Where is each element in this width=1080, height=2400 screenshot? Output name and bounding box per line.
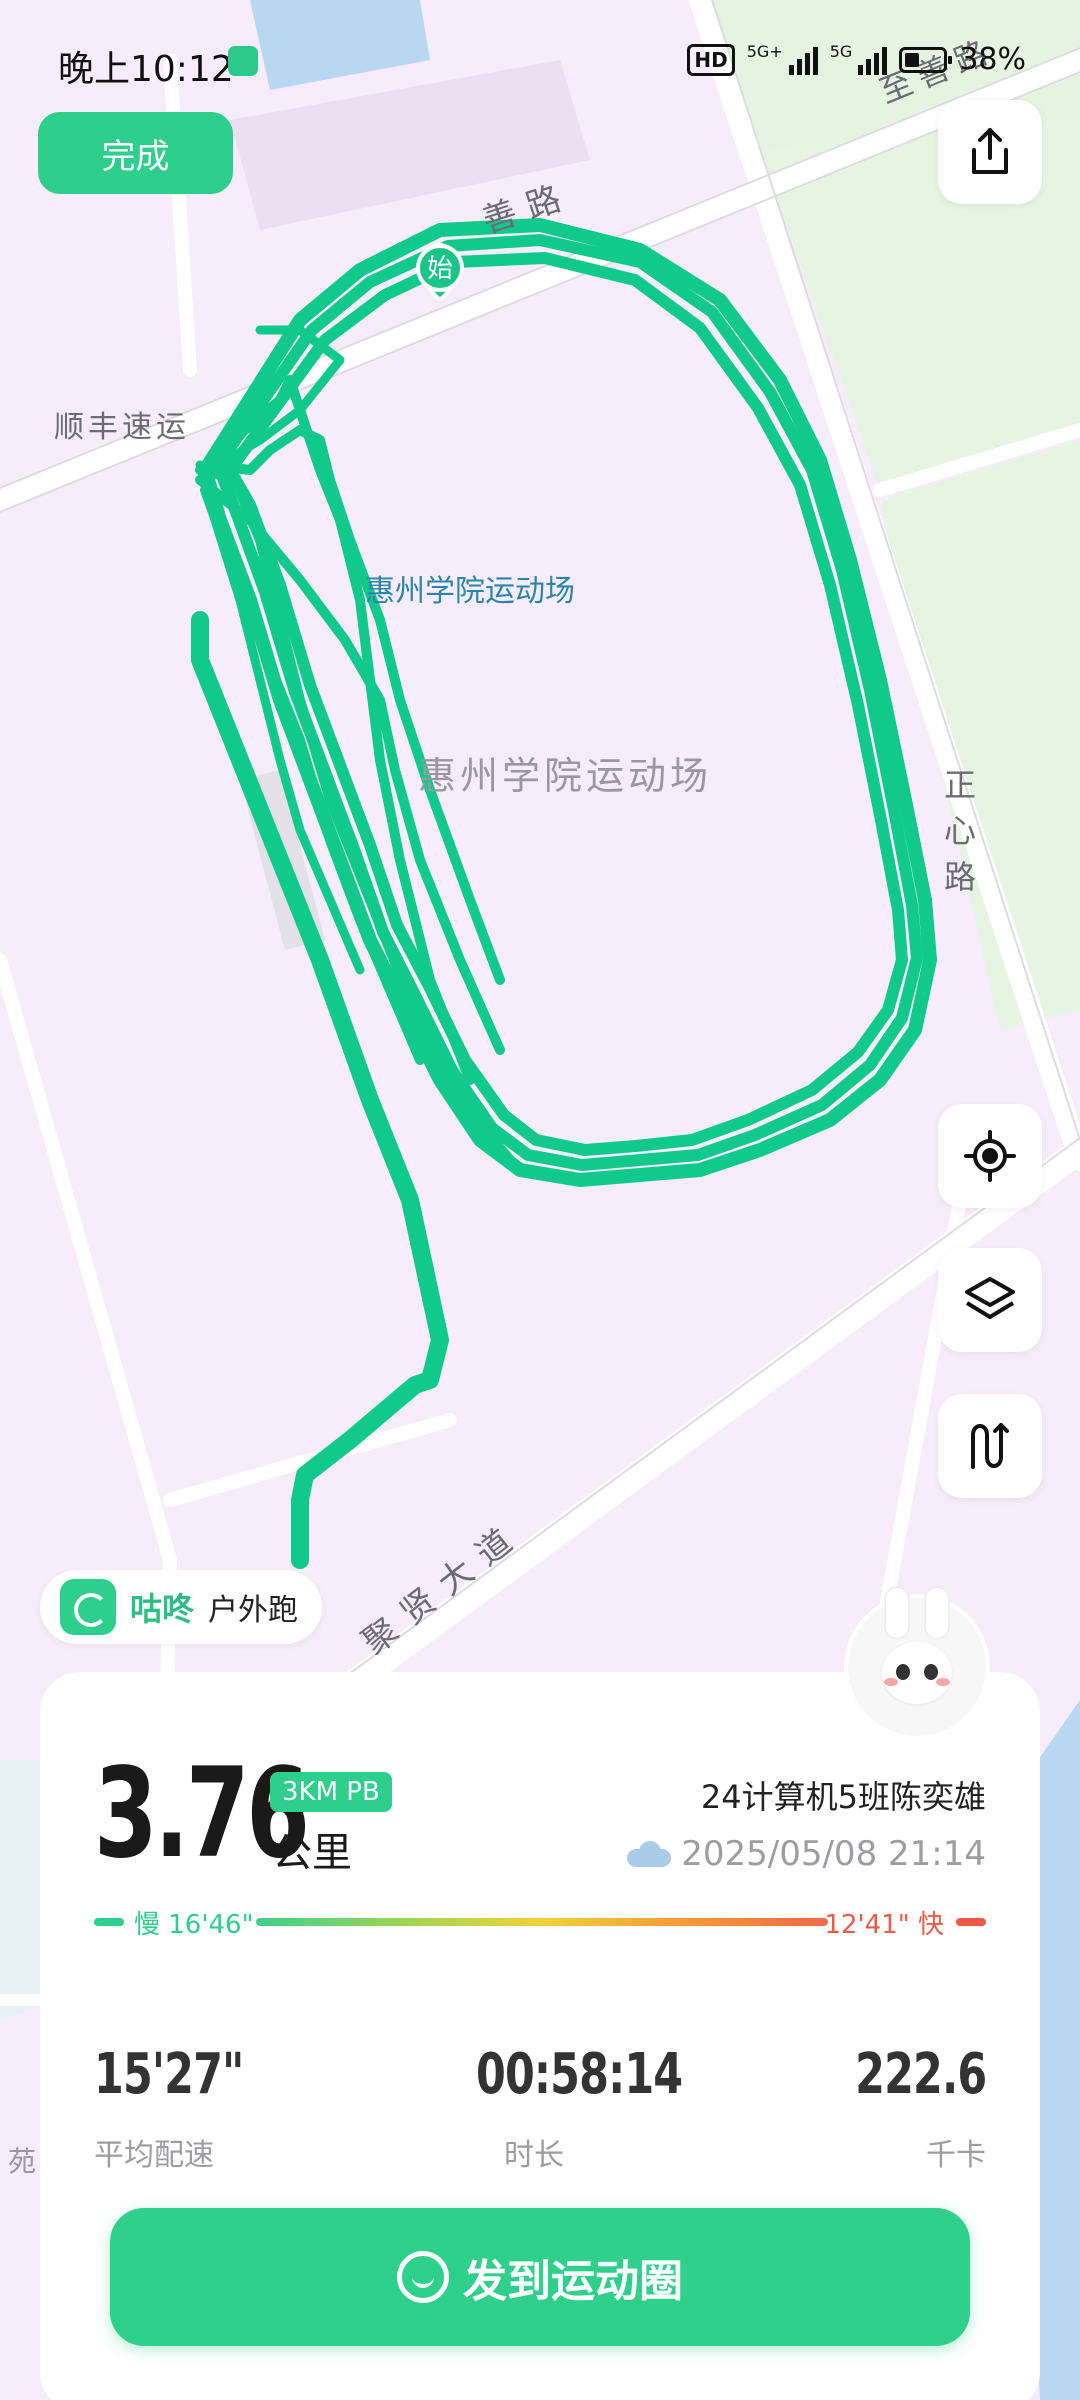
pace-legend: 慢 16'46" 12'41" 快 — [94, 1900, 986, 1944]
layers-button[interactable] — [938, 1248, 1042, 1352]
slow-pace-label: 慢 16'46" — [134, 1910, 254, 1940]
start-marker-label: 始 — [426, 254, 453, 284]
mascot-cheek — [884, 1678, 898, 1686]
stats-row: 15'27" 平均配速 00:58:14 时长 222.6 千卡 — [94, 2042, 987, 2173]
layers-icon — [965, 1277, 1015, 1319]
share-button[interactable] — [938, 100, 1042, 204]
mascot-avatar[interactable] — [848, 1588, 986, 1736]
date-row: 2025/05/08 21:14 — [627, 1834, 986, 1874]
calories-label: 千卡 — [926, 2138, 986, 2173]
avg-pace-label: 平均配速 — [94, 2138, 214, 2173]
chat-bubble-icon — [397, 2251, 449, 2303]
app-tag: 咕咚 户外跑 — [40, 1570, 323, 1644]
route-icon — [971, 1423, 1009, 1469]
app-notification-icon — [228, 46, 258, 76]
app-brand: 咕咚 — [130, 1590, 195, 1628]
mascot-eye — [924, 1664, 938, 1680]
network-2-label: 5G — [829, 42, 853, 61]
duration-label: 时长 — [504, 2138, 564, 2173]
locate-button[interactable] — [938, 1104, 1042, 1208]
done-button[interactable]: 完成 — [38, 112, 233, 194]
post-button-label: 发到运动圈 — [463, 2257, 683, 2306]
map-label-venue-small: 惠州学院运动场 — [365, 574, 575, 609]
map-label-edge-left: 苑 — [8, 2145, 37, 2178]
activity-mode: 户外跑 — [208, 1593, 299, 1628]
avg-pace-value: 15'27" — [94, 2042, 244, 2107]
signal-1-icon — [788, 45, 818, 75]
pace-gradient-bar — [256, 1918, 828, 1926]
share-icon — [972, 128, 1008, 174]
mascot-ear — [926, 1588, 948, 1638]
status-bar: 晚上10:12 HD 5G+ 5G 38% — [0, 0, 1080, 120]
activity-datetime: 2025/05/08 21:14 — [681, 1834, 986, 1874]
locate-icon — [964, 1130, 1016, 1182]
battery-icon — [899, 46, 953, 73]
fast-pace-label: 12'41" 快 — [824, 1910, 944, 1940]
duration-value: 00:58:14 — [476, 2042, 683, 2107]
hd-icon: HD — [687, 43, 735, 76]
post-to-sports-circle-button[interactable]: 发到运动圈 — [110, 2208, 970, 2346]
battery-level: 38% — [959, 42, 1026, 77]
codoon-logo-icon — [60, 1579, 116, 1635]
status-time: 晚上10:12 — [58, 49, 234, 90]
mascot-cheek — [936, 1678, 950, 1686]
signal-2-icon — [858, 45, 888, 75]
pb-badge: 3KM PB — [270, 1772, 392, 1812]
fast-pace-dot — [956, 1918, 986, 1926]
mascot-face — [882, 1642, 952, 1704]
mascot-ear — [886, 1588, 908, 1638]
map-label-place-left: 顺丰速运 — [54, 410, 190, 445]
calories-value: 222.6 — [854, 2042, 987, 2107]
network-1-label: 5G+ — [746, 42, 783, 61]
slow-pace-dot — [94, 1918, 124, 1926]
route-toggle-button[interactable] — [938, 1394, 1042, 1498]
map-label-venue-large: 惠州学院运动场 — [418, 754, 713, 798]
cloud-weather-icon — [627, 1841, 672, 1867]
map-label-road-right: 正心路 — [944, 766, 977, 896]
distance-unit: 公里 — [272, 1830, 352, 1876]
mascot-eye — [896, 1664, 910, 1680]
user-name: 24计算机5班陈奕雄 — [700, 1778, 986, 1816]
status-indicators: HD 5G+ 5G 38% — [687, 42, 1026, 77]
